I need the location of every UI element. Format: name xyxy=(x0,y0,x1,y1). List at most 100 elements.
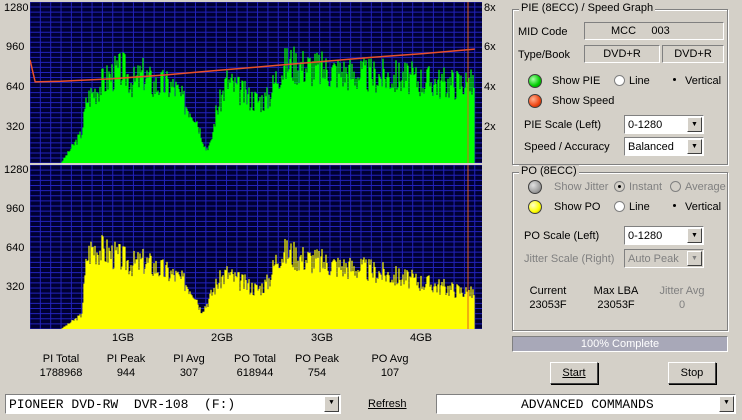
current-readout: Current 23053F xyxy=(522,284,574,312)
top-y-tick: 1280 xyxy=(4,2,29,14)
speed-color-indicator[interactable] xyxy=(528,94,542,108)
po-scale-label: PO Scale (Left) xyxy=(524,230,600,242)
show-speed-label[interactable]: Show Speed xyxy=(552,95,614,107)
maxlba-label: Max LBA xyxy=(593,285,639,297)
mid-code-field: MCC 003 xyxy=(584,22,724,40)
start-label: Start xyxy=(562,367,586,379)
progress-bar: 100% Complete xyxy=(512,336,728,352)
stat-value: 107 xyxy=(380,367,400,379)
jitter-avg-value: 0 xyxy=(678,299,686,311)
po-scale-value: 0-1280 xyxy=(628,230,663,242)
jitter-average-label[interactable]: Average xyxy=(685,181,726,193)
jitter-color-indicator[interactable] xyxy=(528,180,542,194)
stat-pi-avg: PI Avg 307 xyxy=(166,352,212,380)
stat-label: PO Avg xyxy=(371,353,409,365)
speed-tick: 2x xyxy=(484,121,496,133)
stop-button[interactable]: Stop xyxy=(668,362,716,384)
book-field: DVD+R xyxy=(662,45,724,63)
stat-po-avg: PO Avg 107 xyxy=(366,352,414,380)
commands-select[interactable]: ADVANCED COMMANDS ▼ xyxy=(436,394,736,414)
top-y-tick: 640 xyxy=(6,81,25,93)
drive-value: PIONEER DVD-RW DVR-108 (F:) xyxy=(9,397,236,412)
stat-value: 307 xyxy=(179,367,199,379)
jitter-avg-label: Jitter Avg xyxy=(659,285,705,297)
chevron-down-icon[interactable]: ▼ xyxy=(324,396,339,412)
stat-label: PI Total xyxy=(42,353,80,365)
bottom-y-tick: 1280 xyxy=(4,164,29,176)
pie-scale-label: PIE Scale (Left) xyxy=(524,119,602,131)
top-y-tick: 320 xyxy=(6,121,25,133)
stat-pi-peak: PI Peak 944 xyxy=(103,352,149,380)
speed-tick: 8x xyxy=(484,2,496,14)
type-book-label: Type/Book xyxy=(518,49,570,61)
stat-label: PO Total xyxy=(234,353,276,365)
po-line-label[interactable]: Line xyxy=(629,201,650,213)
po-scale-select[interactable]: 0-1280 ▼ xyxy=(624,226,704,245)
chevron-down-icon[interactable]: ▼ xyxy=(687,251,702,266)
pie-vertical-label[interactable]: Vertical xyxy=(685,75,721,87)
x-tick: 4GB xyxy=(410,332,433,344)
show-po-label[interactable]: Show PO xyxy=(554,201,600,213)
pie-group-title: PIE (8ECC) / Speed Graph xyxy=(519,2,656,14)
current-label: Current xyxy=(529,285,567,297)
drive-select[interactable]: PIONEER DVD-RW DVR-108 (F:) ▼ xyxy=(5,394,341,414)
speed-accuracy-select[interactable]: Balanced ▼ xyxy=(624,137,704,156)
jitter-instant-radio[interactable] xyxy=(614,181,625,192)
maxlba-readout: Max LBA 23053F xyxy=(590,284,642,312)
stat-label: PO Peak xyxy=(294,353,340,365)
po-vertical-radio[interactable] xyxy=(670,201,681,212)
maxlba-value: 23053F xyxy=(597,299,635,311)
stat-label: PI Peak xyxy=(106,353,146,365)
stat-po-peak: PO Peak 754 xyxy=(292,352,342,380)
po-group-title: PO (8ECC) xyxy=(519,165,579,177)
po-color-indicator[interactable] xyxy=(528,200,542,214)
pie-color-indicator[interactable] xyxy=(528,74,542,88)
mid-code-label: MID Code xyxy=(518,26,568,38)
show-pie-label[interactable]: Show PIE xyxy=(552,75,600,87)
stat-value: 754 xyxy=(307,367,327,379)
chevron-down-icon[interactable]: ▼ xyxy=(719,396,734,412)
top-y-tick: 960 xyxy=(6,41,25,53)
jitter-scale-value: Auto Peak xyxy=(628,253,679,265)
speed-tick: 6x xyxy=(484,41,496,53)
commands-value: ADVANCED COMMANDS xyxy=(521,397,654,412)
x-tick: 2GB xyxy=(211,332,234,344)
stat-value: 618944 xyxy=(236,367,274,379)
chevron-down-icon[interactable]: ▼ xyxy=(687,228,702,243)
show-jitter-label[interactable]: Show Jitter xyxy=(554,181,608,193)
x-tick: 3GB xyxy=(311,332,334,344)
progress-text: 100% Complete xyxy=(580,338,660,350)
type-value: DVD+R xyxy=(603,48,641,60)
pie-scale-value: 0-1280 xyxy=(628,119,663,131)
stat-value: 1788968 xyxy=(39,367,83,379)
pie-scale-select[interactable]: 0-1280 ▼ xyxy=(624,115,704,134)
start-button[interactable]: Start xyxy=(550,362,598,384)
jitter-average-radio[interactable] xyxy=(670,181,681,192)
po-vertical-label[interactable]: Vertical xyxy=(685,201,721,213)
jitter-avg-readout: Jitter Avg 0 xyxy=(654,284,710,312)
bottom-y-tick: 640 xyxy=(6,242,25,254)
refresh-label[interactable]: Refresh xyxy=(368,398,407,410)
chevron-down-icon[interactable]: ▼ xyxy=(687,117,702,132)
po-chart xyxy=(30,165,482,329)
pie-line-radio[interactable] xyxy=(614,75,625,86)
speed-accuracy-label: Speed / Accuracy xyxy=(524,141,610,153)
x-tick: 1GB xyxy=(112,332,135,344)
stat-pi-total: PI Total 1788968 xyxy=(36,352,86,380)
po-line-radio[interactable] xyxy=(614,201,625,212)
stop-label: Stop xyxy=(680,367,704,379)
type-field: DVD+R xyxy=(584,45,660,63)
bottom-y-tick: 960 xyxy=(6,203,25,215)
speed-accuracy-value: Balanced xyxy=(628,141,674,153)
jitter-scale-select[interactable]: Auto Peak ▼ xyxy=(624,249,704,268)
pie-line-label[interactable]: Line xyxy=(629,75,650,87)
jitter-instant-label[interactable]: Instant xyxy=(629,181,662,193)
mid-code-value: MCC 003 xyxy=(611,25,670,37)
bottom-y-tick: 320 xyxy=(6,281,25,293)
stat-value: 944 xyxy=(116,367,136,379)
chevron-down-icon[interactable]: ▼ xyxy=(687,139,702,154)
pie-speed-chart xyxy=(30,2,482,163)
stat-po-total: PO Total 618944 xyxy=(229,352,281,380)
jitter-scale-label: Jitter Scale (Right) xyxy=(524,253,615,265)
pie-vertical-radio[interactable] xyxy=(670,75,681,86)
